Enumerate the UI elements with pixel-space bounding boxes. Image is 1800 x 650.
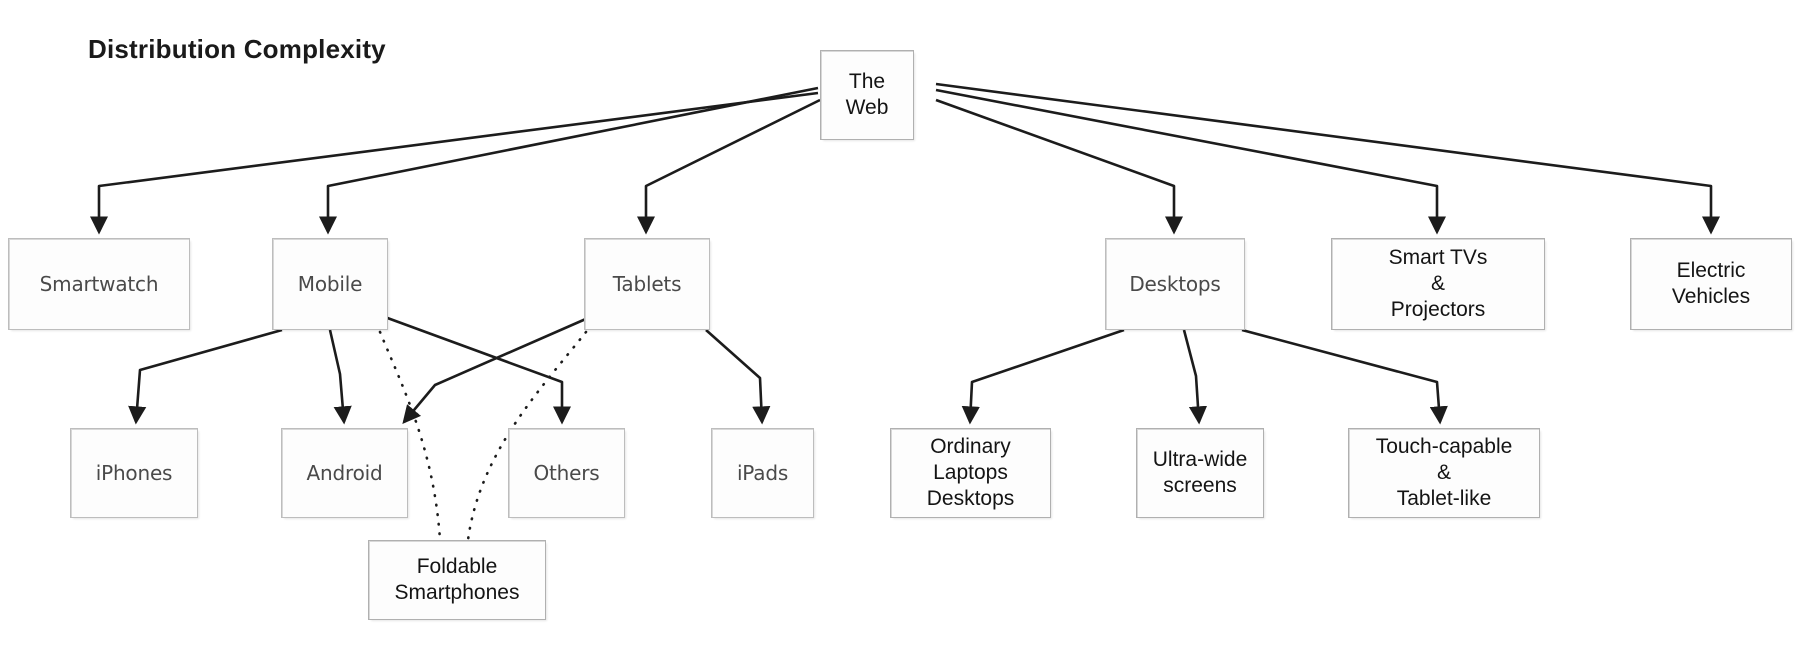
edge-desktops-to-ordinary-laptops-desktops	[961, 328, 1125, 425]
node-label: Tablets	[612, 271, 682, 296]
node-mobile[interactable]: Mobile	[272, 238, 388, 330]
edge-tablets-to-ipads	[705, 329, 771, 425]
node-label: Ultra-wide screens	[1152, 447, 1248, 497]
node-label: iPads	[736, 460, 789, 485]
node-the-web[interactable]: The Web	[820, 50, 914, 140]
node-label: Android	[306, 460, 383, 485]
edge-mobile-to-iphones	[128, 328, 283, 425]
node-label: iPhones	[95, 460, 173, 485]
node-label: Touch-capable & Tablet-like	[1375, 434, 1513, 511]
node-label: Mobile	[297, 271, 363, 296]
node-smart-tvs-projectors[interactable]: Smart TVs & Projectors	[1331, 238, 1545, 330]
node-label: Smartwatch	[39, 271, 159, 296]
node-others[interactable]: Others	[508, 428, 625, 518]
edge-the-web-to-tablets	[636, 98, 821, 235]
node-ultra-wide-screens[interactable]: Ultra-wide screens	[1136, 428, 1264, 518]
node-ordinary-laptops-desktops[interactable]: Ordinary Laptops Desktops	[890, 428, 1051, 518]
edge-mobile-to-android	[328, 329, 352, 425]
edge-the-web-to-smartwatch	[89, 91, 819, 235]
node-label: Foldable Smartphones	[394, 554, 520, 604]
node-touch-capable-tablet-like[interactable]: Touch-capable & Tablet-like	[1348, 428, 1540, 518]
node-label: Electric Vehicles	[1671, 258, 1751, 308]
node-label: Desktops	[1129, 271, 1221, 296]
node-ipads[interactable]: iPads	[711, 428, 814, 518]
edge-desktops-to-touch-capable-tablet-like	[1241, 328, 1448, 425]
node-label: Smart TVs & Projectors	[1388, 245, 1488, 322]
node-label: The Web	[845, 69, 889, 119]
edge-desktops-to-ultra-wide-screens	[1182, 329, 1208, 425]
node-label: Ordinary Laptops Desktops	[926, 434, 1015, 511]
node-electric-vehicles[interactable]: Electric Vehicles	[1630, 238, 1792, 330]
node-android[interactable]: Android	[281, 428, 408, 518]
edge-the-web-to-smart-tvs-projectors	[935, 88, 1447, 235]
node-smartwatch[interactable]: Smartwatch	[8, 238, 190, 330]
edge-the-web-to-mobile	[318, 86, 819, 235]
diagram-canvas: Distribution Complexity The Web Smartwat…	[0, 0, 1800, 650]
node-tablets[interactable]: Tablets	[584, 238, 710, 330]
edge-the-web-to-desktops	[935, 98, 1184, 235]
node-desktops[interactable]: Desktops	[1105, 238, 1245, 330]
node-label: Others	[533, 460, 600, 485]
node-iphones[interactable]: iPhones	[70, 428, 198, 518]
edge-the-web-to-electric-vehicles	[935, 82, 1721, 235]
node-foldable-smartphones[interactable]: Foldable Smartphones	[368, 540, 546, 620]
